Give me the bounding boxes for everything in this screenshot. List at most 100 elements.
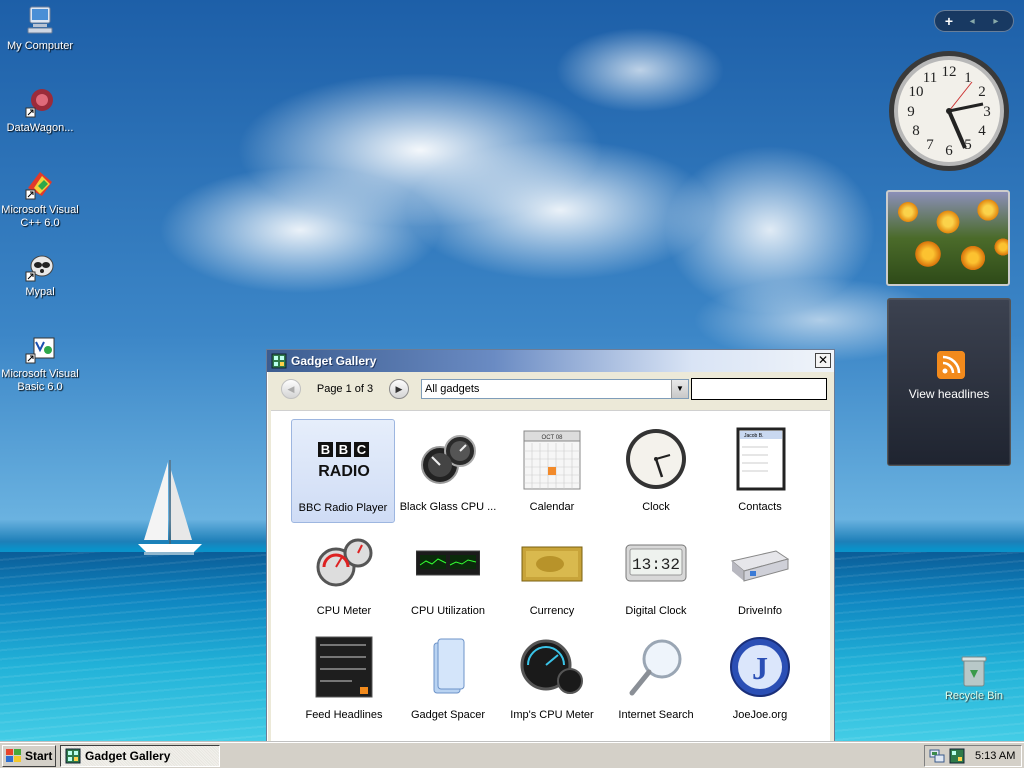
gadget-label: Contacts <box>738 501 782 513</box>
gadget-tile-bbc-radio[interactable]: BBC RADIO BBC Radio Player <box>291 419 395 523</box>
gadget-label: CPU Meter <box>316 605 372 617</box>
sailboat-image <box>138 460 202 555</box>
contacts-first-entry: Jacob B. <box>744 433 763 439</box>
gadget-spacer-icon <box>433 638 465 694</box>
desktop-icon-visual-basic[interactable]: Microsoft Visual Basic 6.0 <box>0 332 80 394</box>
svg-text:9: 9 <box>907 104 915 120</box>
svg-text:7: 7 <box>926 137 934 153</box>
gadget-tile-joejoe[interactable]: J JoeJoe.org <box>708 627 812 731</box>
gallery-window-icon <box>65 748 81 764</box>
svg-text:3: 3 <box>983 104 991 120</box>
desktop-icon-label: Mypal <box>25 286 55 298</box>
gadget-tile-internet-search[interactable]: Internet Search <box>604 627 708 731</box>
desktop-icon-recycle-bin[interactable]: Recycle Bin <box>934 654 1014 702</box>
gadget-tile-cpu-utilization[interactable]: CPU Utilization <box>396 523 500 627</box>
gadget-label: Digital Clock <box>625 605 687 617</box>
gadget-tile-driveinfo[interactable]: DriveInfo <box>708 523 812 627</box>
gadget-tile-currency[interactable]: Currency <box>500 523 604 627</box>
gadget-label: Gadget Spacer <box>411 709 485 721</box>
gadget-tile-feed-headlines[interactable]: Feed Headlines <box>292 627 396 731</box>
gadget-search-input[interactable] <box>691 378 827 400</box>
start-button[interactable]: Start <box>2 745 56 767</box>
sidebar-tray-icon[interactable] <box>949 748 965 764</box>
my-computer-icon <box>27 6 53 34</box>
filter-selected-value: All gadgets <box>425 383 480 395</box>
joejoe-letter: J <box>752 650 768 686</box>
slideshow-gadget[interactable] <box>886 190 1010 286</box>
gadget-tile-contacts[interactable]: Jacob B. Contacts <box>708 419 812 523</box>
feed-headlines-gadget[interactable]: View headlines <box>887 298 1011 466</box>
gadget-grid: BBC RADIO BBC Radio Player Black Glass C… <box>271 410 830 741</box>
recycle-bin-icon <box>961 656 987 687</box>
gallery-title: Gadget Gallery <box>291 354 377 368</box>
gadget-label: Black Glass CPU ... <box>399 501 497 513</box>
svg-text:8: 8 <box>912 123 920 139</box>
contacts-icon: Jacob B. <box>736 427 786 491</box>
cpu-meter-icon <box>316 538 373 587</box>
gadget-label: Clock <box>642 501 670 513</box>
gadget-tile-imps-cpu-meter[interactable]: Imp's CPU Meter <box>500 627 604 731</box>
desktop-icon-label: My Computer <box>6 40 74 52</box>
network-icon[interactable] <box>929 748 945 764</box>
add-gadget-button[interactable]: + <box>935 13 963 29</box>
gadget-tile-cpu-meter[interactable]: CPU Meter <box>292 523 396 627</box>
svg-text:B: B <box>321 442 330 457</box>
svg-text:6: 6 <box>945 143 953 159</box>
gadget-label: DriveInfo <box>737 605 783 617</box>
clock-time[interactable]: 5:13 AM <box>975 750 1015 762</box>
chevron-down-icon[interactable]: ▼ <box>671 380 688 398</box>
gadget-label: Currency <box>529 605 575 617</box>
imps-cpu-meter-icon <box>520 639 583 694</box>
view-headlines-link[interactable]: View headlines <box>888 387 1010 401</box>
sidebar-clock-gadget[interactable]: 12 1 2 3 4 5 6 7 8 9 10 11 <box>886 48 1012 174</box>
start-label: Start <box>25 749 53 763</box>
gadget-label: Feed Headlines <box>305 709 383 721</box>
gadget-gallery-window[interactable]: Gadget Gallery ✕ ◀ Page 1 of 3 ▶ All gad… <box>266 349 835 742</box>
desktop-icon-mypal[interactable]: Mypal <box>0 250 80 299</box>
sidebar-nav-arrows[interactable]: ◂ ▸ <box>963 16 1013 27</box>
windows-flag-icon <box>6 749 21 762</box>
drive-info-icon <box>730 550 790 582</box>
gallery-titlebar[interactable]: Gadget Gallery ✕ <box>267 350 834 372</box>
gadget-tile-gadget-spacer[interactable]: Gadget Spacer <box>396 627 500 731</box>
taskbar: Start Gadget Gallery 5:13 AM <box>0 742 1024 768</box>
gadget-label: BBC Radio Player <box>298 502 388 514</box>
desktop-icon-label: Microsoft Visual C++ 6.0 <box>1 204 79 229</box>
visual-cpp-icon <box>25 172 52 200</box>
svg-text:4: 4 <box>978 123 986 139</box>
digital-clock-icon: 13:32 <box>625 544 687 582</box>
desktop-icon-visual-cpp[interactable]: Microsoft Visual C++ 6.0 <box>0 168 80 230</box>
datawagon-icon <box>25 89 53 118</box>
page-indicator: Page 1 of 3 <box>316 383 374 395</box>
desktop-icon-my-computer[interactable]: My Computer <box>0 4 80 53</box>
desktop-icon-label: DataWagon... <box>6 122 74 134</box>
cpu-utilization-icon <box>416 550 480 576</box>
taskbar-item-gadget-gallery[interactable]: Gadget Gallery <box>60 745 220 767</box>
gadget-label: Imp's CPU Meter <box>510 709 594 721</box>
gadget-label: Calendar <box>529 501 575 513</box>
feed-headlines-icon <box>315 636 373 698</box>
rss-icon <box>937 351 965 379</box>
svg-text:10: 10 <box>909 84 924 100</box>
svg-text:B: B <box>339 442 348 457</box>
gadget-tile-black-glass-cpu[interactable]: Black Glass CPU ... <box>396 419 500 523</box>
gallery-toolbar: ◀ Page 1 of 3 ▶ All gadgets ▼ <box>271 375 829 403</box>
taskbar-item-label: Gadget Gallery <box>85 749 171 763</box>
desktop-icon-label: Microsoft Visual Basic 6.0 <box>1 368 79 393</box>
gadget-tile-calendar[interactable]: OCT 08 Calendar <box>500 419 604 523</box>
svg-text:12: 12 <box>942 64 957 80</box>
previous-page-button[interactable]: ◀ <box>281 379 301 399</box>
digital-clock-readout: 13:32 <box>632 556 680 574</box>
close-button[interactable]: ✕ <box>815 353 831 368</box>
system-tray: 5:13 AM <box>924 745 1022 767</box>
next-page-button[interactable]: ▶ <box>389 379 409 399</box>
svg-text:C: C <box>357 442 367 457</box>
gadget-tile-clock[interactable]: Clock <box>604 419 708 523</box>
desktop-icon-datawagon[interactable]: DataWagon... <box>0 86 80 135</box>
recycle-bin-label: Recycle Bin <box>944 690 1004 702</box>
gadget-tile-digital-clock[interactable]: 13:32 Digital Clock <box>604 523 708 627</box>
clock-icon <box>626 429 686 489</box>
gadget-filter-select[interactable]: All gadgets ▼ <box>421 379 689 399</box>
gadget-label: Internet Search <box>618 709 694 721</box>
internet-search-icon <box>629 639 682 696</box>
